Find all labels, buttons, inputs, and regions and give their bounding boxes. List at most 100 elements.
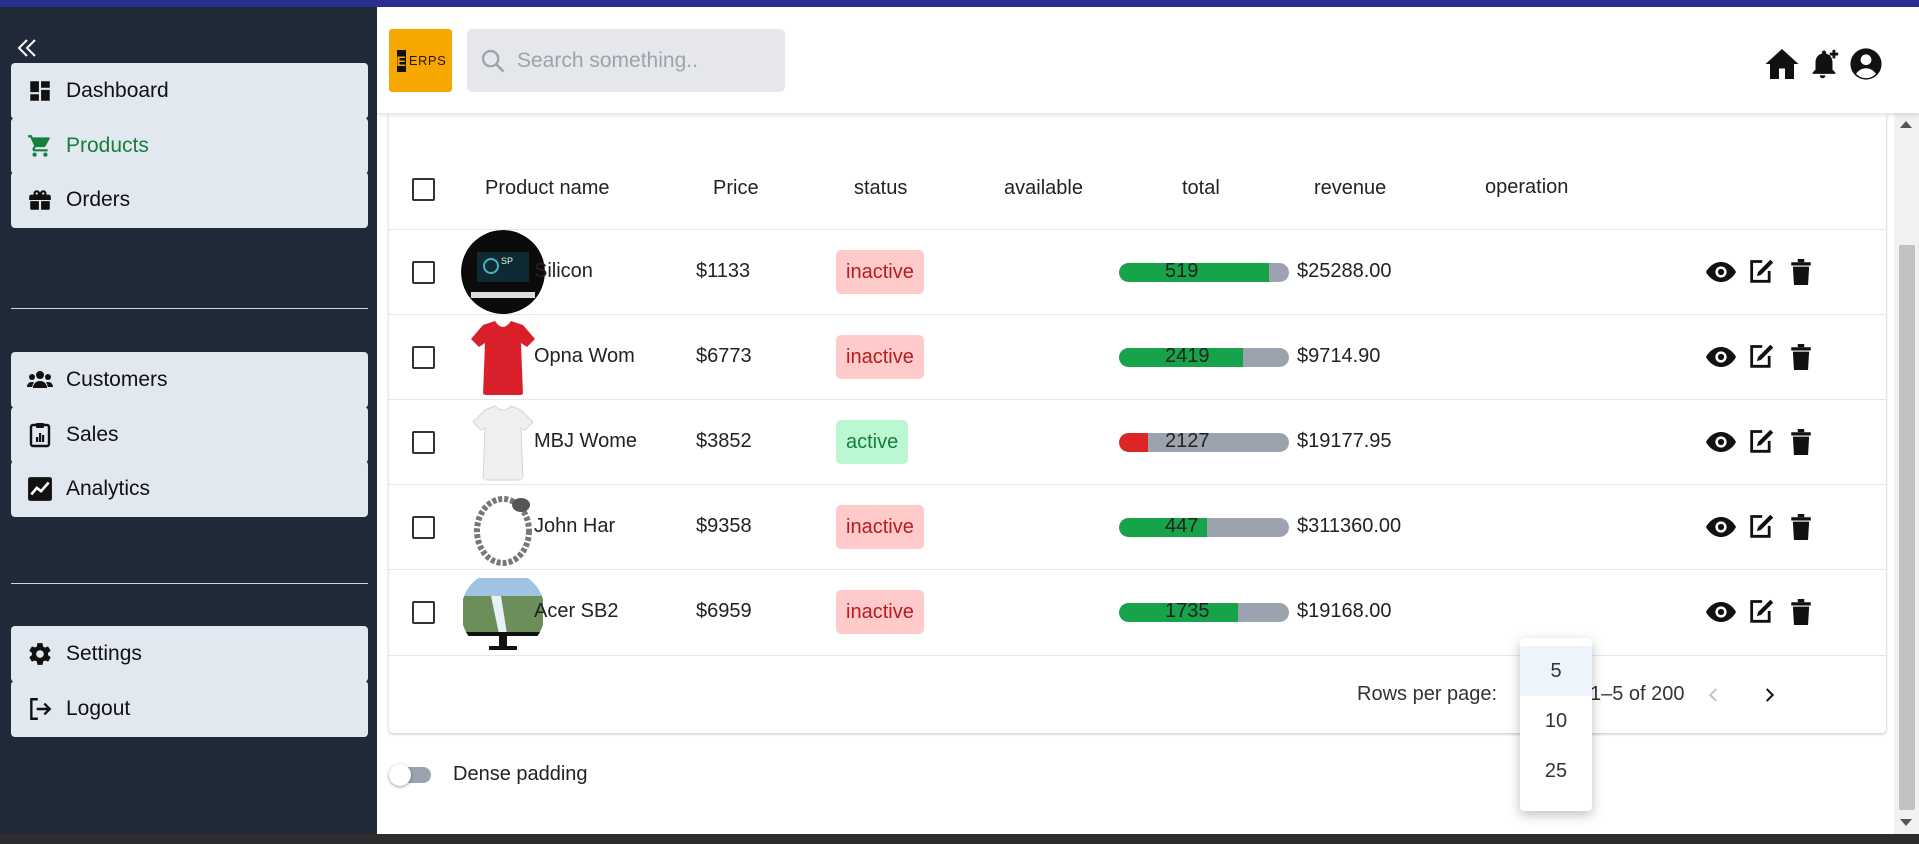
chevron-left-icon	[1708, 688, 1717, 702]
sidebar-item-analytics[interactable]: Analytics	[11, 461, 368, 517]
app-logo[interactable]: E ERPS	[389, 29, 452, 92]
product-name: John Har	[534, 515, 616, 537]
sidebar-item-sales[interactable]: Sales	[11, 407, 368, 463]
collapse-sidebar-button[interactable]	[12, 31, 42, 65]
row-checkbox[interactable]	[412, 516, 435, 539]
sidebar-item-products[interactable]: Products	[11, 118, 368, 174]
delete-icon[interactable]	[1786, 512, 1816, 542]
view-icon[interactable]	[1706, 597, 1736, 627]
previous-page-button[interactable]	[1697, 678, 1731, 712]
status-badge: inactive	[836, 335, 924, 379]
table-row[interactable]: Acer SB2 $6959 inactive 1735 $19168.00	[389, 569, 1886, 654]
column-header-price[interactable]: Price	[713, 177, 759, 200]
dashboard-icon	[25, 76, 55, 106]
product-name: Opna Wom	[534, 345, 635, 367]
table-row[interactable]: John Har $9358 inactive 447 $311360.00	[389, 484, 1886, 569]
dense-padding-toggle[interactable]	[389, 763, 435, 786]
double-chevron-left-icon	[17, 39, 36, 57]
scroll-down-arrow[interactable]	[1900, 819, 1912, 826]
delete-icon[interactable]	[1786, 427, 1816, 457]
search-icon	[481, 49, 505, 72]
view-icon[interactable]	[1706, 257, 1736, 287]
product-total: 2419	[1165, 345, 1210, 367]
product-revenue: $311360.00	[1297, 515, 1402, 537]
view-icon[interactable]	[1706, 512, 1736, 542]
product-thumbnail: SP	[461, 230, 545, 314]
sidebar-item-orders[interactable]: Orders	[11, 172, 368, 228]
rows-per-page-option[interactable]: 10	[1520, 696, 1592, 746]
bell-plus-icon[interactable]	[1804, 44, 1844, 84]
column-header-total[interactable]: total	[1182, 177, 1220, 200]
svg-text:SP: SP	[501, 256, 513, 266]
scroll-up-arrow[interactable]	[1900, 121, 1912, 128]
sidebar-item-label: Logout	[66, 697, 131, 720]
availability-bar	[1119, 263, 1289, 282]
window-top-strip	[0, 0, 1919, 7]
column-header-product-name[interactable]: Product name	[485, 177, 610, 200]
gear-icon	[25, 639, 55, 669]
delete-icon[interactable]	[1786, 257, 1816, 287]
delete-icon[interactable]	[1786, 342, 1816, 372]
select-all-checkbox[interactable]	[412, 178, 435, 201]
edit-icon[interactable]	[1746, 427, 1776, 457]
status-badge: inactive	[836, 590, 924, 634]
column-header-status[interactable]: status	[854, 177, 907, 200]
sidebar-item-dashboard[interactable]: Dashboard	[11, 63, 368, 119]
sidebar-item-label: Dashboard	[66, 79, 169, 102]
view-icon[interactable]	[1706, 342, 1736, 372]
product-price: $1133	[696, 260, 751, 282]
search-box	[467, 29, 785, 92]
rows-per-page-option[interactable]: 5	[1520, 646, 1592, 696]
delete-icon[interactable]	[1786, 597, 1816, 627]
product-name: Acer SB2	[534, 600, 619, 622]
product-name: MBJ Wome	[534, 430, 637, 452]
table-row[interactable]: SP Silicon $1133 inactive 519 $25288.00	[389, 229, 1886, 314]
rows-per-page-menu: 5 10 25	[1520, 638, 1592, 811]
row-checkbox[interactable]	[412, 261, 435, 284]
column-header-revenue[interactable]: revenue	[1314, 177, 1386, 200]
edit-icon[interactable]	[1746, 342, 1776, 372]
edit-icon[interactable]	[1746, 257, 1776, 287]
product-total: 2127	[1165, 430, 1210, 452]
dense-padding-label: Dense padding	[453, 763, 588, 785]
edit-icon[interactable]	[1746, 512, 1776, 542]
sidebar-item-label: Customers	[66, 368, 168, 391]
row-checkbox[interactable]	[412, 431, 435, 454]
users-icon	[25, 365, 55, 395]
logo-mark: E	[396, 49, 406, 72]
product-revenue: $9714.90	[1297, 345, 1381, 367]
search-input[interactable]	[517, 48, 777, 73]
table-row[interactable]: MBJ Wome $3852 active 2127 $19177.95	[389, 399, 1886, 484]
dense-padding-control: Dense padding	[377, 763, 588, 786]
scrollbar-thumb[interactable]	[1899, 245, 1915, 810]
availability-bar	[1119, 518, 1289, 537]
row-checkbox[interactable]	[412, 346, 435, 369]
view-icon[interactable]	[1706, 427, 1736, 457]
status-badge: inactive	[836, 505, 924, 549]
rows-per-page-option[interactable]: 25	[1520, 746, 1592, 796]
cart-icon	[25, 131, 55, 161]
vertical-scrollbar[interactable]	[1894, 113, 1919, 834]
product-revenue: $19177.95	[1297, 430, 1392, 452]
product-total: 1735	[1165, 600, 1210, 622]
home-icon[interactable]	[1762, 44, 1802, 84]
sidebar-item-label: Orders	[66, 188, 131, 211]
sidebar-item-settings[interactable]: Settings	[11, 626, 368, 682]
sidebar-item-logout[interactable]: Logout	[11, 681, 368, 737]
column-header-available[interactable]: available	[1004, 177, 1083, 200]
user-circle-icon[interactable]	[1846, 44, 1886, 84]
row-operations	[1706, 427, 1816, 457]
product-price: $6773	[696, 345, 752, 367]
sidebar-item-customers[interactable]: Customers	[11, 352, 368, 408]
status-badge: inactive	[836, 250, 924, 294]
next-page-button[interactable]	[1752, 678, 1786, 712]
gift-icon	[25, 185, 55, 215]
table-pagination: Rows per page: 1–5 of 200	[389, 655, 1886, 733]
table-row[interactable]: Opna Wom $6773 inactive 2419 $9714.90	[389, 314, 1886, 399]
top-header: E ERPS	[377, 7, 1919, 113]
rows-per-page-label: Rows per page:	[1357, 683, 1498, 705]
edit-icon[interactable]	[1746, 597, 1776, 627]
row-checkbox[interactable]	[412, 601, 435, 624]
availability-fill	[1119, 433, 1148, 452]
pagination-range: 1–5 of 200	[1590, 683, 1685, 705]
